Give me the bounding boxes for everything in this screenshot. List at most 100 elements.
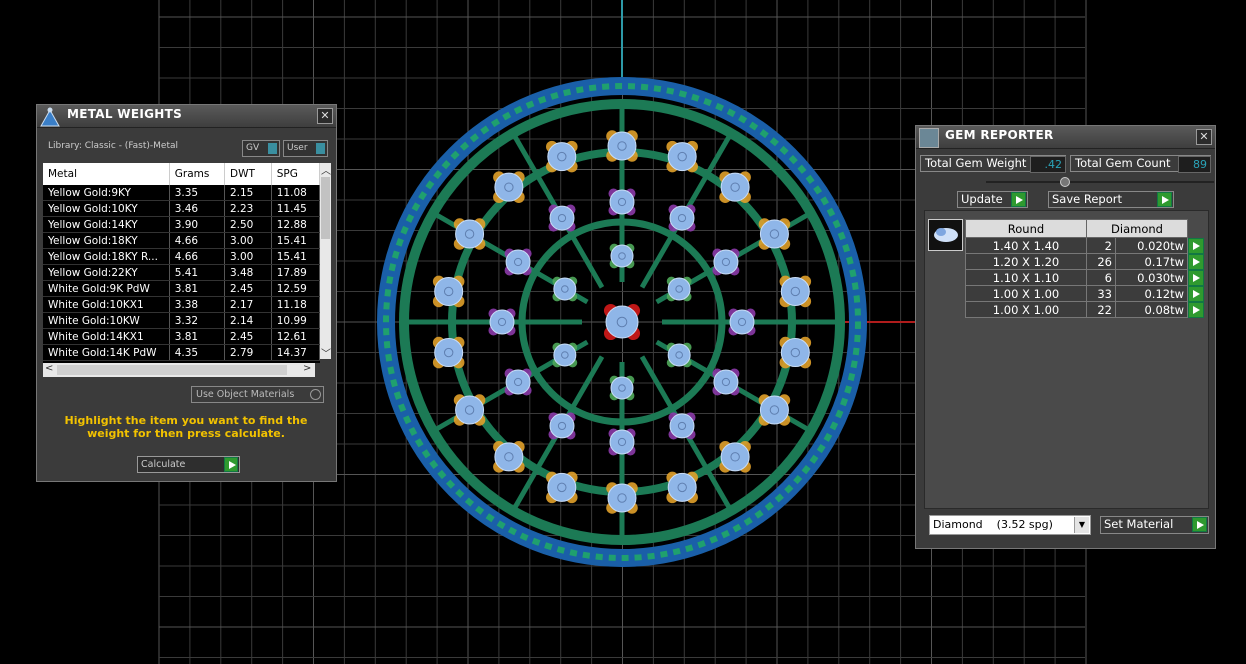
splitter[interactable] xyxy=(986,176,1216,188)
play-icon xyxy=(1192,517,1207,532)
table-row[interactable]: Yellow Gold:22KY 5.41 3.48 17.89 xyxy=(43,264,320,281)
set-material-button[interactable]: Set Material xyxy=(1100,516,1209,534)
play-icon[interactable] xyxy=(1188,301,1204,318)
gem-row[interactable]: 1.00 X 1.00 33 0.12tw xyxy=(965,285,1205,302)
gem-row[interactable]: 1.20 X 1.20 26 0.17tw xyxy=(965,253,1205,270)
table-cell: Yellow Gold:18KY R... xyxy=(43,248,170,265)
middle-gem xyxy=(669,413,695,439)
scroll-thumb[interactable] xyxy=(57,365,287,375)
table-cell: Yellow Gold:18KY xyxy=(43,232,170,249)
table-cell: 14.37 xyxy=(271,344,320,361)
gem-count-cell: 6 xyxy=(1086,269,1116,286)
gem-count-cell: 33 xyxy=(1086,285,1116,302)
metal-weights-icon xyxy=(40,107,60,127)
inner-gem xyxy=(667,277,691,301)
table-row[interactable]: White Gold:10KX1 3.38 2.17 11.18 xyxy=(43,296,320,313)
middle-gem xyxy=(609,429,635,455)
table-row[interactable]: Yellow Gold:14KY 3.90 2.50 12.88 xyxy=(43,216,320,233)
table-cell: 2.79 xyxy=(224,344,272,361)
chevron-down-icon[interactable]: ▼ xyxy=(1074,517,1089,533)
middle-gem xyxy=(609,189,635,215)
play-icon xyxy=(1011,192,1026,207)
play-icon[interactable] xyxy=(1188,253,1204,270)
scroll-up-icon[interactable]: ︿ xyxy=(321,162,331,177)
close-icon[interactable]: ✕ xyxy=(1196,129,1212,145)
table-row[interactable]: Yellow Gold:9KY 3.35 2.15 11.08 xyxy=(43,185,320,201)
gem-row[interactable]: 1.00 X 1.00 22 0.08tw xyxy=(965,301,1205,318)
total-gem-count-label: Total Gem Count xyxy=(1075,156,1171,170)
gem-row-action[interactable] xyxy=(1188,237,1205,254)
table-cell: White Gold:14KX1 xyxy=(43,328,170,345)
play-icon[interactable] xyxy=(1188,285,1204,302)
col-dwt[interactable]: DWT xyxy=(224,163,272,185)
gv-toggle[interactable]: GV xyxy=(242,140,280,157)
table-row[interactable]: White Gold:9K PdW 3.81 2.45 12.59 xyxy=(43,280,320,297)
middle-gem xyxy=(505,369,531,395)
library-label: Library: Classic - (Fast)-Metal xyxy=(48,141,179,151)
table-row[interactable]: Yellow Gold:18KY R... 4.66 3.00 15.41 xyxy=(43,248,320,265)
gem-row[interactable]: 1.10 X 1.10 6 0.030tw xyxy=(965,269,1205,286)
outer-gem xyxy=(494,172,524,202)
inner-gem xyxy=(610,244,634,268)
table-cell: 3.46 xyxy=(169,200,225,217)
table-cell: 11.18 xyxy=(271,296,320,313)
table-cell: White Gold:9K PdW xyxy=(43,280,170,297)
col-spg[interactable]: SPG xyxy=(271,163,320,185)
close-icon[interactable]: ✕ xyxy=(317,108,333,124)
scroll-thumb[interactable] xyxy=(321,177,330,239)
middle-gem xyxy=(713,249,739,275)
middle-gem xyxy=(505,249,531,275)
material-select[interactable]: Diamond (3.52 spg) ▼ xyxy=(929,515,1091,535)
gem-size-cell: 1.10 X 1.10 xyxy=(965,269,1087,286)
gem-row-action[interactable] xyxy=(1188,269,1205,286)
toggle-indicator-icon xyxy=(316,143,325,154)
metal-weights-titlebar[interactable]: METAL WEIGHTS ✕ xyxy=(37,105,336,128)
play-icon[interactable] xyxy=(1188,237,1204,254)
scroll-down-icon[interactable]: ﹀ xyxy=(321,345,331,360)
table-cell: 17.89 xyxy=(271,264,320,281)
table-cell: 3.81 xyxy=(169,280,225,297)
play-icon[interactable] xyxy=(1188,269,1204,286)
outer-gem xyxy=(434,276,464,306)
metal-table-hscroll[interactable]: < > xyxy=(43,363,315,377)
table-cell: 10.99 xyxy=(271,312,320,329)
table-row[interactable]: Yellow Gold:18KY 4.66 3.00 15.41 xyxy=(43,232,320,249)
scroll-right-icon[interactable]: > xyxy=(303,363,311,374)
table-cell: 2.15 xyxy=(224,185,272,201)
gem-row-action[interactable] xyxy=(1188,285,1205,302)
table-row[interactable]: Yellow Gold:10KY 3.46 2.23 11.45 xyxy=(43,200,320,217)
table-row[interactable]: White Gold:14K PdW 4.35 2.79 14.37 xyxy=(43,344,320,361)
gem-weight-cell: 0.08tw xyxy=(1114,301,1189,318)
metal-table[interactable]: Metal Grams DWT SPG Yellow Gold:9KY 3.35 2… xyxy=(43,163,320,363)
gv-toggle-label: GV xyxy=(246,143,260,153)
update-button[interactable]: Update xyxy=(957,191,1028,208)
outer-gem xyxy=(547,472,577,502)
user-toggle[interactable]: User xyxy=(283,140,328,157)
col-grams[interactable]: Grams xyxy=(169,163,225,185)
gem-count-cell: 22 xyxy=(1086,301,1116,318)
gem-count-cell: 26 xyxy=(1086,253,1116,270)
metal-table-vscroll[interactable]: ︿ ﹀ xyxy=(320,162,331,360)
save-report-button[interactable]: Save Report xyxy=(1048,191,1174,208)
gem-row[interactable]: 1.40 X 1.40 2 0.020tw xyxy=(965,237,1205,254)
gem-row-action[interactable] xyxy=(1188,253,1205,270)
gem-reporter-titlebar[interactable]: GEM REPORTER ✕ xyxy=(916,126,1215,149)
save-report-label: Save Report xyxy=(1052,192,1123,206)
use-object-materials-option[interactable]: Use Object Materials xyxy=(191,386,324,403)
outer-gem xyxy=(455,395,485,425)
scroll-left-icon[interactable]: < xyxy=(45,363,53,374)
calculate-button[interactable]: Calculate xyxy=(137,456,240,473)
inner-gem xyxy=(553,343,577,367)
table-row[interactable]: White Gold:14KX1 3.81 2.45 12.61 xyxy=(43,328,320,345)
table-row[interactable]: White Gold:10KW 3.32 2.14 10.99 xyxy=(43,312,320,329)
col-metal[interactable]: Metal xyxy=(43,163,170,185)
gem-row-action[interactable] xyxy=(1188,301,1205,318)
table-cell: 12.59 xyxy=(271,280,320,297)
table-cell: 2.45 xyxy=(224,328,272,345)
outer-gem xyxy=(547,142,577,172)
gem-thumbnail-icon[interactable] xyxy=(928,219,963,251)
gem-table[interactable]: Round Diamond 1.40 X 1.40 2 0.020tw 1.20 X … xyxy=(965,219,1205,318)
radio-icon[interactable] xyxy=(310,389,321,400)
center-gem xyxy=(605,305,639,339)
jewelry-model[interactable] xyxy=(377,77,867,567)
